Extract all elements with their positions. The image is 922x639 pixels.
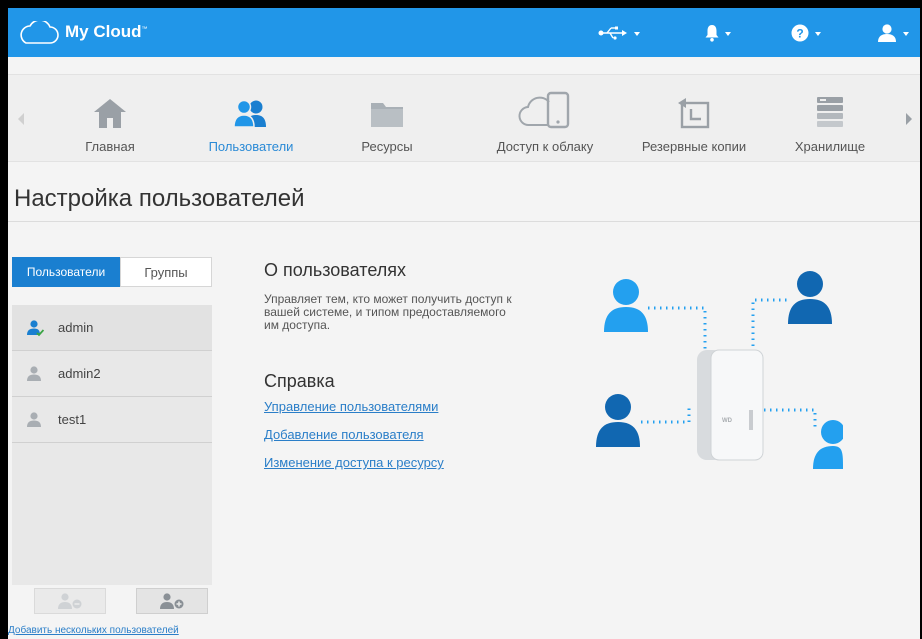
nav-label: Главная: [85, 139, 135, 154]
divider: [8, 221, 920, 222]
remove-user-button[interactable]: [34, 588, 106, 614]
nav-shares[interactable]: Ресурсы: [352, 75, 422, 163]
tab-groups[interactable]: Группы: [120, 257, 212, 287]
user-name: test1: [58, 412, 87, 427]
chevron-down-icon: [634, 32, 640, 36]
users-icon: [233, 99, 266, 128]
add-multiple-users-link[interactable]: Добавить нескольких пользователей: [8, 625, 179, 636]
main-nav: Главная Пользователи Ресурсы Доступ к об…: [8, 74, 920, 162]
folder-icon: [371, 103, 403, 127]
person-icon: [604, 279, 648, 332]
add-user-icon: [160, 593, 184, 609]
nav-label: Ресурсы: [361, 139, 413, 154]
help-menu[interactable]: ?: [791, 22, 821, 44]
person-icon: [596, 394, 640, 447]
nas-device-icon: WD: [697, 349, 764, 461]
help-heading: Справка: [264, 371, 335, 391]
nav-label: Доступ к облаку: [496, 139, 594, 154]
user-icon: [878, 24, 896, 42]
user-list-item[interactable]: admin: [12, 305, 212, 351]
user-name: admin: [58, 320, 94, 335]
nav-label: Хранилище: [794, 139, 866, 154]
help-link-manage-users[interactable]: Управление пользователями: [264, 399, 438, 414]
users-illustration: WD: [596, 271, 843, 469]
chevron-down-icon: [725, 32, 731, 36]
chevron-down-icon: [903, 32, 909, 36]
home-icon: [94, 99, 126, 128]
user-list: admin admin2 test1: [12, 305, 212, 585]
nav-right-arrow[interactable]: [902, 75, 916, 163]
chevron-right-icon: [906, 113, 912, 125]
help-link-share-access[interactable]: Изменение доступа к ресурсу: [264, 455, 444, 470]
user-name: admin2: [58, 366, 101, 381]
svg-text:WD: WD: [722, 418, 733, 424]
nav-left-arrow[interactable]: [14, 75, 28, 163]
help-icon: ?: [791, 24, 809, 42]
nav-storage[interactable]: Хранилище: [788, 75, 872, 163]
page-title: Настройка пользователей: [14, 185, 305, 212]
nav-backups[interactable]: Резервные копии: [628, 75, 760, 163]
person-icon: [813, 420, 843, 469]
svg-text:?: ?: [796, 27, 803, 41]
top-bar: My Cloud™ ?: [8, 8, 920, 57]
cloud-logo-icon: [20, 21, 59, 44]
nav-label: Пользователи: [208, 139, 294, 154]
add-user-button[interactable]: [136, 588, 208, 614]
account-menu[interactable]: [877, 22, 909, 44]
chevron-down-icon: [815, 32, 821, 36]
tab-users[interactable]: Пользователи: [12, 257, 120, 287]
remove-user-icon: [58, 593, 82, 609]
nav-cloud-access[interactable]: Доступ к облаку: [480, 75, 610, 163]
nav-users[interactable]: Пользователи: [196, 75, 306, 163]
user-list-item[interactable]: admin2: [12, 351, 212, 397]
about-users-heading: О пользователях: [264, 260, 406, 280]
cloud-mobile-icon: [518, 91, 570, 129]
help-link-add-user[interactable]: Добавление пользователя: [264, 427, 424, 442]
nav-home[interactable]: Главная: [74, 75, 146, 163]
about-users-text: Управляет тем, кто может получить доступ…: [264, 292, 512, 332]
user-icon: [27, 365, 41, 381]
user-icon: [27, 411, 41, 427]
bell-icon: [705, 25, 719, 42]
person-icon: [788, 271, 832, 324]
admin-user-icon: [27, 319, 44, 336]
chevron-left-icon: [18, 113, 24, 125]
notifications-menu[interactable]: [705, 22, 731, 44]
usb-icon: [598, 26, 627, 40]
nav-label: Резервные копии: [641, 139, 747, 154]
app-window: My Cloud™ ? Главная Пользователи Ресурсы…: [8, 8, 920, 639]
app-title[interactable]: My Cloud™: [65, 22, 148, 42]
user-list-item[interactable]: test1: [12, 397, 212, 443]
usb-menu[interactable]: [598, 22, 640, 44]
storage-icon: [817, 97, 843, 127]
backup-icon: [678, 98, 710, 129]
